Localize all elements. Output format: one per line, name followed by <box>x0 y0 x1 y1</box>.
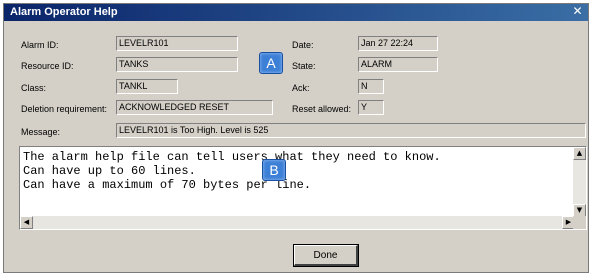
ack-label: Ack: <box>292 83 310 93</box>
horizontal-scrollbar[interactable]: ◀ ▶ <box>20 216 575 229</box>
resource-id-label: Resource ID: <box>21 61 74 71</box>
alarm-id-field: LEVELR101 <box>116 36 238 51</box>
alarm-operator-help-dialog: Alarm Operator Help ✕ Alarm ID: Resource… <box>3 3 589 273</box>
callout-a-badge: A <box>259 52 283 74</box>
alarm-id-label: Alarm ID: <box>21 40 59 50</box>
state-field: ALARM <box>358 57 438 72</box>
deletion-requirement-label: Deletion requirement: <box>21 104 108 114</box>
done-button[interactable]: Done <box>293 244 359 267</box>
scroll-up-icon[interactable]: ▲ <box>573 147 586 160</box>
reset-allowed-field: Y <box>358 100 384 115</box>
scrollbar-corner <box>573 216 586 229</box>
resource-id-field: TANKS <box>116 57 238 72</box>
ack-field: N <box>358 79 384 94</box>
callout-b-badge: B <box>262 159 286 181</box>
message-label: Message: <box>21 127 61 137</box>
close-icon[interactable]: ✕ <box>571 5 584 18</box>
title-bar[interactable]: Alarm Operator Help ✕ <box>4 4 588 21</box>
message-field: LEVELR101 is Too High. Level is 525 <box>116 123 586 138</box>
class-label: Class: <box>21 83 47 93</box>
scroll-left-icon[interactable]: ◀ <box>20 216 33 229</box>
class-field: TANKL <box>116 79 178 94</box>
window-title: Alarm Operator Help <box>10 6 118 18</box>
date-field: Jan 27 22:24 <box>358 36 438 51</box>
help-line-1: The alarm help file can tell users what … <box>23 150 441 164</box>
state-label: State: <box>292 61 316 71</box>
help-line-2: Can have up to 60 lines. <box>23 164 196 178</box>
deletion-requirement-field: ACKNOWLEDGED RESET <box>116 100 273 115</box>
vertical-scrollbar[interactable]: ▲ ▼ <box>573 147 586 217</box>
reset-allowed-label: Reset allowed: <box>292 104 352 114</box>
date-label: Date: <box>292 40 314 50</box>
help-text-area[interactable]: The alarm help file can tell users what … <box>19 146 587 230</box>
